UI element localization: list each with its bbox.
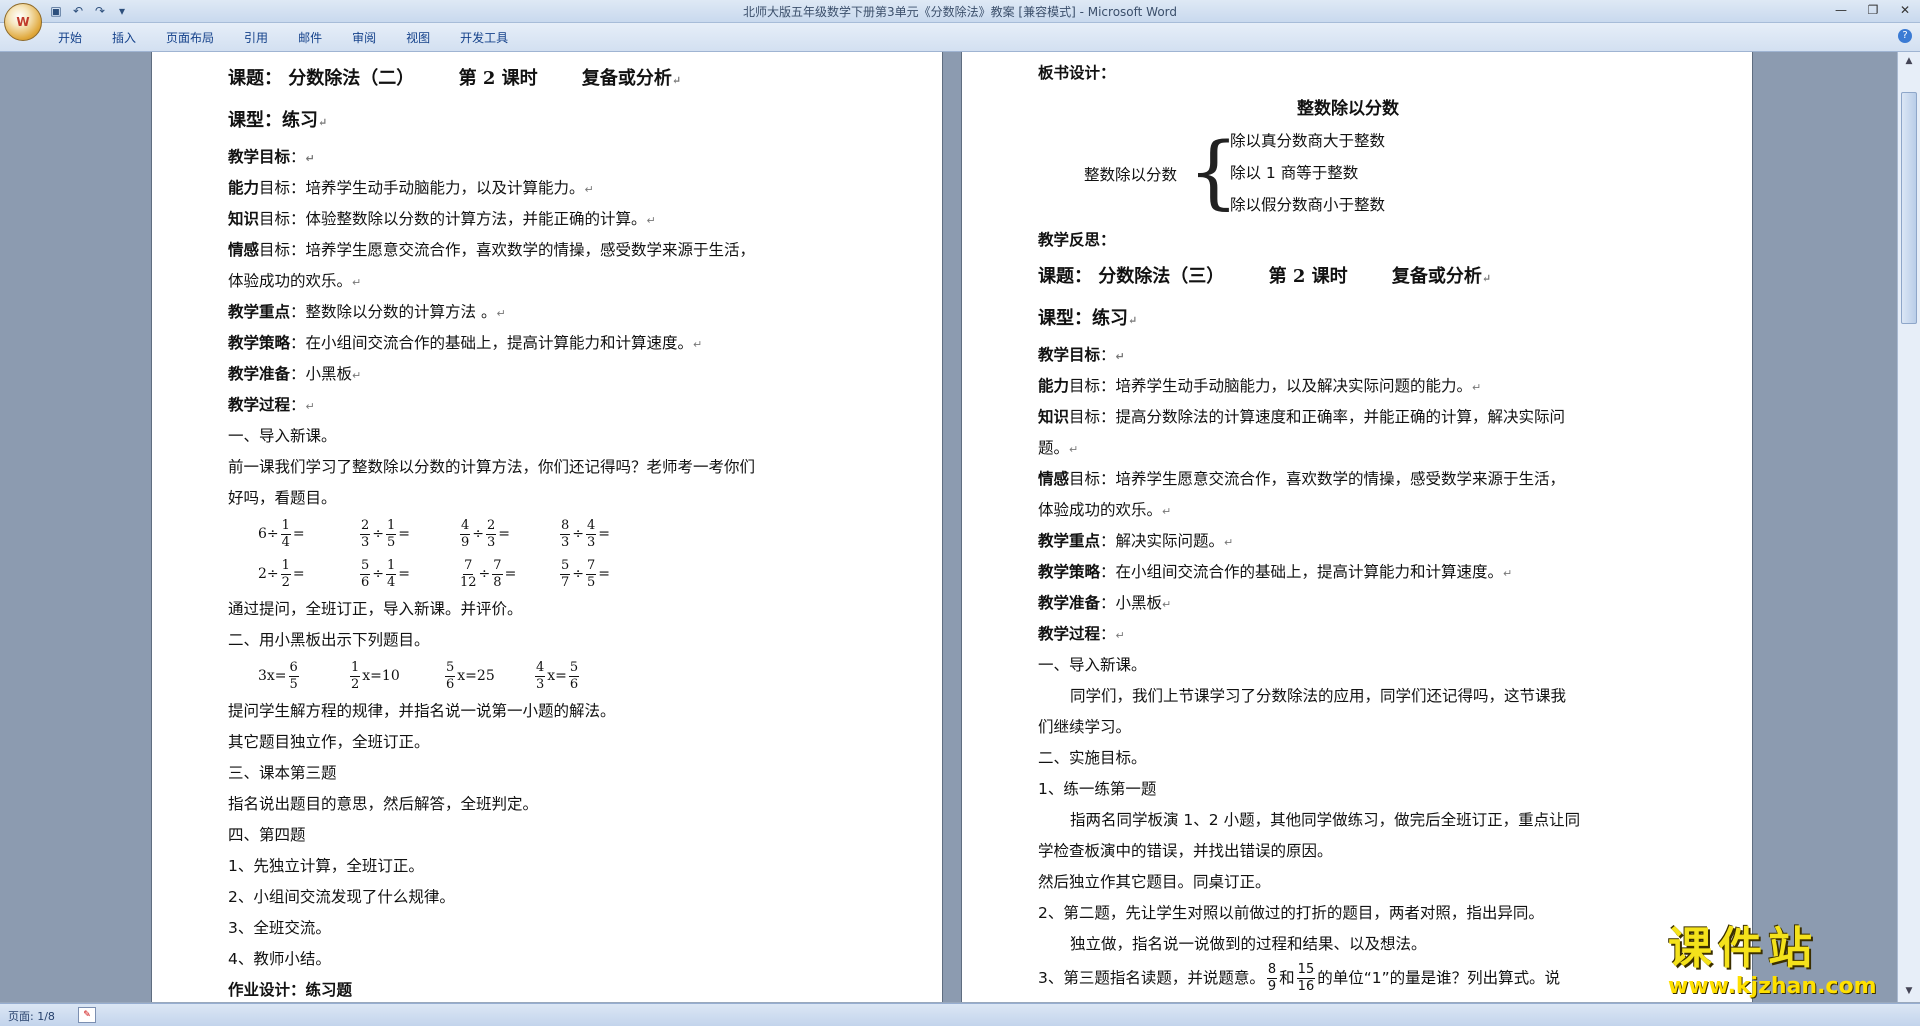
section-3: 三、课本第三题 — [228, 764, 337, 782]
proofing-icon[interactable]: ✎ — [78, 1007, 96, 1023]
section-2: 二、实施目标。 — [1038, 749, 1147, 767]
list-item: 1、练一练第一题 — [1038, 780, 1157, 798]
board-diagram: 整数除以分数 { 除以真分数商大于整数 除以 1 商等于整数 除以假分数商小于整… — [1038, 129, 1658, 225]
teaching-strategy: 教学策略：在小组间交流合作的基础上，提高计算能力和计算速度。↵ — [228, 334, 703, 352]
board-item: 除以假分数商小于整数 — [1230, 196, 1386, 214]
status-bar: 页面: 1/8 ✎ — [0, 1003, 1920, 1026]
tab-view[interactable]: 视图 — [406, 29, 430, 46]
lesson-title: 课题： 分数除法（三） 第 2 课时 复备或分析↵ — [1038, 266, 1492, 287]
homework-heading: 作业设计：练习题 — [228, 981, 353, 999]
document-page-2[interactable]: 板书设计： 整数除以分数 整数除以分数 { 除以真分数商大于整数 除以 1 商等… — [962, 52, 1752, 1002]
paragraph: 们继续学习。 — [1038, 718, 1132, 736]
scroll-thumb[interactable] — [1901, 92, 1917, 324]
board-item: 除以 1 商等于整数 — [1230, 164, 1359, 182]
objective-knowledge: 知识目标：体验整数除以分数的计算方法，并能正确的计算。↵ — [228, 210, 656, 228]
tab-mailings[interactable]: 邮件 — [298, 29, 322, 46]
reflection-label: 教学反思： — [1038, 231, 1116, 249]
scroll-up-icon[interactable]: ▲ — [1902, 54, 1916, 68]
objective-ability: 能力目标：培养学生动手动脑能力，以及解决实际问题的能力。↵ — [1038, 377, 1482, 395]
exercise-row-1: 6÷ 1 4 = 2 3 ÷ 1 5 = 4 9 ÷ 2 3 = 8 3 ÷ 4 3 = — [258, 517, 611, 550]
tab-insert[interactable]: 插入 — [112, 29, 136, 46]
equation-row: 3x= 6 5 1 2 x=10 5 6 x=25 4 3 x= 5 6 — [258, 659, 580, 692]
scroll-down-icon[interactable]: ▼ — [1902, 984, 1916, 998]
section-2: 二、用小黑板出示下列题目。 — [228, 631, 430, 649]
teaching-process: 教学过程：↵ — [228, 396, 315, 414]
objective-emotion-cont: 体验成功的欢乐。↵ — [1038, 501, 1172, 519]
board-left-label: 整数除以分数 — [1084, 166, 1178, 184]
page-count[interactable]: 页面: 1/8 — [8, 1008, 55, 1024]
paragraph: 然后独立作其它题目。同桌订正。 — [1038, 873, 1271, 891]
objective-emotion: 情感目标：培养学生愿意交流合作，喜欢数学的情操，感受数学来源于生活， — [228, 241, 756, 259]
paragraph: 其它题目独立作，全班订正。 — [228, 733, 430, 751]
lesson-type: 课型：练习↵ — [228, 110, 328, 131]
tab-review[interactable]: 审阅 — [352, 29, 376, 46]
paragraph: 好吗，看题目。 — [228, 489, 337, 507]
paragraph: 通过提问，全班订正，导入新课。并评价。 — [228, 600, 523, 618]
section-1: 一、导入新课。 — [228, 427, 337, 445]
teaching-focus: 教学重点：解决实际问题。↵ — [1038, 532, 1234, 550]
tab-references[interactable]: 引用 — [244, 29, 268, 46]
list-item: 3、全班交流。 — [228, 919, 331, 937]
window-title: 北师大版五年级数学下册第3单元《分数除法》教案 [兼容模式] - Microso… — [742, 5, 1178, 19]
paragraph: 提问学生解方程的规律，并指名说一说第一小题的解法。 — [228, 702, 616, 720]
list-item: 3、第三题指名读题，并说题意。 8 9 和 15 16 的单位“1”的量是谁？列出算式。说 — [1038, 962, 1561, 994]
objective-emotion: 情感目标：培养学生愿意交流合作，喜欢数学的情操，感受数学来源于生活， — [1038, 470, 1566, 488]
tab-home[interactable]: 开始 — [58, 29, 82, 46]
objective-emotion-cont: 体验成功的欢乐。↵ — [228, 272, 362, 290]
board-item: 除以真分数商大于整数 — [1230, 132, 1386, 150]
paragraph: 学检查板演中的错误，并找出错误的原因。 — [1038, 842, 1333, 860]
tab-developer[interactable]: 开发工具 — [460, 29, 508, 46]
office-button[interactable]: W — [4, 3, 42, 41]
minimize-button[interactable]: — — [1830, 2, 1852, 18]
teaching-prep: 教学准备：小黑板↵ — [1038, 594, 1172, 612]
watermark-logo: 课件站 www.kjzhan.com — [1668, 923, 1877, 1000]
list-item: 4、教师小结。 — [228, 950, 331, 968]
objective-knowledge: 知识目标：提高分数除法的计算速度和正确率，并能正确的计算，解决实际问 — [1038, 408, 1566, 426]
teaching-process: 教学过程：↵ — [1038, 625, 1125, 643]
paragraph: 同学们，我们上节课学习了分数除法的应用，同学们还记得吗，这节课我 — [1070, 687, 1567, 705]
section-1: 一、导入新课。 — [1038, 656, 1147, 674]
lesson-type: 课型：练习↵ — [1038, 308, 1138, 329]
ribbon-tabs: 开始 插入 页面布局 引用 邮件 审阅 视图 开发工具 ? — [0, 23, 1920, 52]
window-controls: — ❐ ✕ — [1830, 2, 1916, 18]
board-title: 整数除以分数 — [1297, 99, 1399, 119]
help-icon[interactable]: ? — [1898, 29, 1912, 43]
office-logo-icon: W — [16, 15, 30, 29]
objective-knowledge-cont: 题。↵ — [1038, 439, 1079, 457]
close-button[interactable]: ✕ — [1894, 2, 1916, 18]
document-workspace[interactable]: 课题： 分数除法（二） 第 2 课时 复备或分析↵ 课型：练习↵ 教学目标：↵ … — [0, 52, 1898, 1002]
paragraph: 指名说出题目的意思，然后解答，全班判定。 — [228, 795, 539, 813]
objective-ability: 能力目标：培养学生动手动脑能力，以及计算能力。↵ — [228, 179, 594, 197]
paragraph: 前一课我们学习了整数除以分数的计算方法，你们还记得吗？老师考一考你们 — [228, 458, 756, 476]
restore-button[interactable]: ❐ — [1862, 2, 1884, 18]
exercise-row-2: 2÷ 1 2 = 5 6 ÷ 1 4 = 7 12 ÷ 7 8 = 5 7 ÷ 7 5 = — [258, 557, 611, 590]
list-item: 1、先独立计算，全班订正。 — [228, 857, 424, 875]
objectives-heading: 教学目标：↵ — [228, 148, 315, 166]
vertical-scrollbar[interactable]: ▲ ▼ — [1897, 52, 1920, 1002]
teaching-focus: 教学重点：整数除以分数的计算方法 。↵ — [228, 303, 506, 321]
document-page-1[interactable]: 课题： 分数除法（二） 第 2 课时 复备或分析↵ 课型：练习↵ 教学目标：↵ … — [152, 52, 942, 1002]
tab-page-layout[interactable]: 页面布局 — [166, 29, 214, 46]
teaching-strategy: 教学策略：在小组间交流合作的基础上，提高计算能力和计算速度。↵ — [1038, 563, 1513, 581]
paragraph: 指两名同学板演 1、2 小题，其他同学做练习，做完后全班订正，重点让同 — [1070, 811, 1581, 829]
objectives-heading: 教学目标：↵ — [1038, 346, 1125, 364]
list-item: 2、小组间交流发现了什么规律。 — [228, 888, 455, 906]
list-item: 2、第二题，先让学生对照以前做过的打折的题目，两者对照，指出异同。 — [1038, 904, 1544, 922]
title-bar: ▣ ↶ ↷ ▾ 北师大版五年级数学下册第3单元《分数除法》教案 [兼容模式] -… — [0, 0, 1920, 23]
teaching-prep: 教学准备：小黑板↵ — [228, 365, 362, 383]
section-4: 四、第四题 — [228, 826, 306, 844]
board-design-label: 板书设计： — [1038, 64, 1116, 82]
paragraph: 独立做，指名说一说做到的过程和结果、以及想法。 — [1070, 935, 1427, 953]
lesson-title: 课题： 分数除法（二） 第 2 课时 复备或分析↵ — [228, 68, 682, 89]
